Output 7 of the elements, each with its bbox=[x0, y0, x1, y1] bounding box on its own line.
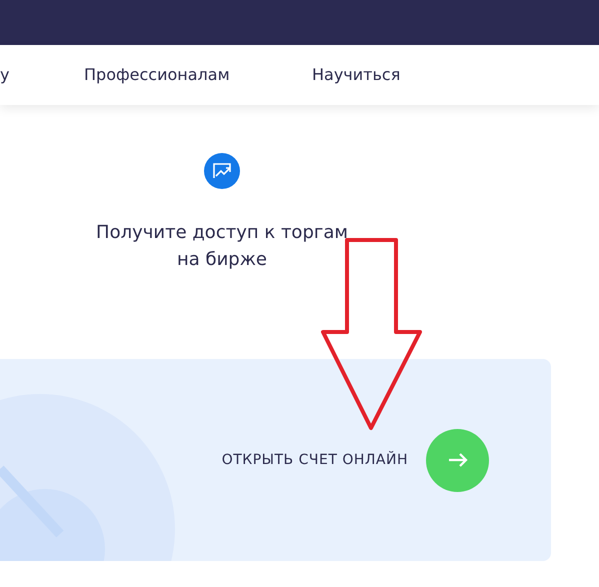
arrow-right-icon bbox=[448, 453, 468, 467]
nav-link[interactable]: у bbox=[0, 65, 10, 84]
nav-link[interactable]: Профессионалам bbox=[84, 65, 230, 84]
promo-text: Получите доступ к торгам на бирже bbox=[95, 221, 349, 272]
nav-link[interactable]: Научиться bbox=[312, 65, 400, 84]
chart-icon bbox=[204, 153, 240, 189]
cta-label[interactable]: ОТКРЫТЬ СЧЕТ ОНЛАЙН bbox=[222, 450, 408, 470]
